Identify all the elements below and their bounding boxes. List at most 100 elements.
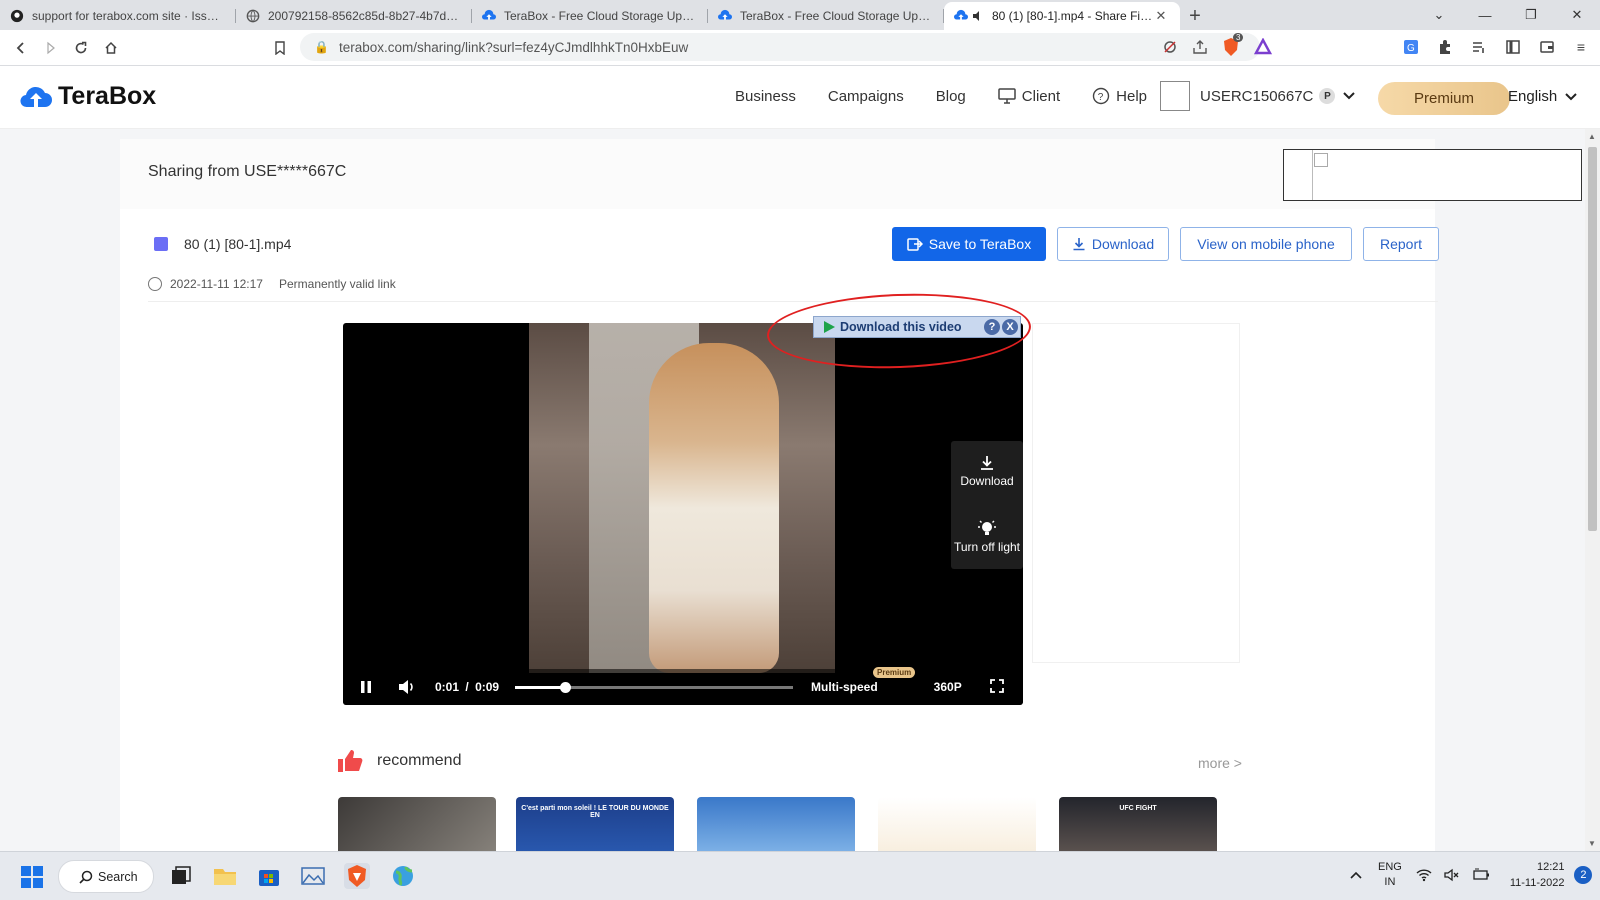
scrollbar-thumb[interactable] (1588, 147, 1597, 531)
clock[interactable]: 12:21 11-11-2022 (1510, 859, 1565, 891)
notification-badge[interactable]: 2 (1574, 866, 1593, 884)
browser-tab[interactable]: TeraBox - Free Cloud Storage Up To 1 (708, 2, 944, 30)
brave-rewards-icon[interactable] (1254, 38, 1272, 56)
terabox-logo[interactable]: TeraBox (20, 82, 156, 111)
nav-business[interactable]: Business (735, 88, 796, 105)
home-icon[interactable] (96, 33, 126, 63)
download-icon (981, 456, 993, 470)
browser-tab-title: TeraBox - Free Cloud Storage Up To 1 (740, 9, 932, 23)
side-ad-area (1032, 323, 1240, 663)
address-bar-actions: 3 (1162, 33, 1272, 57)
share-icon[interactable] (1192, 39, 1208, 55)
turn-off-light[interactable]: Turn off light (951, 519, 1023, 554)
browser-tab[interactable]: 200792158-8562c85d-8b27-4b7d-862 (236, 2, 472, 30)
language-indicator[interactable]: ENG IN (1378, 860, 1402, 890)
logo-text: TeraBox (58, 82, 157, 110)
system-icons[interactable] (1416, 868, 1490, 882)
speaker-icon[interactable] (972, 10, 984, 22)
file-name: 80 (1) [80-1].mp4 (184, 236, 292, 252)
file-explorer-icon[interactable] (212, 863, 238, 889)
ad-banner[interactable] (1283, 149, 1582, 201)
recommend-thumbnail[interactable]: C'est parti mon soleil ! LE TOUR DU MOND… (516, 797, 674, 851)
quality-button[interactable]: 360P (934, 680, 962, 694)
player-download[interactable]: Download (951, 455, 1023, 488)
translate-icon[interactable]: G (1400, 36, 1422, 58)
microsoft-store-icon[interactable] (256, 863, 282, 889)
globe-app-icon[interactable] (390, 863, 416, 889)
report-button[interactable]: Report (1363, 227, 1439, 261)
minimize-icon[interactable]: — (1462, 0, 1508, 30)
taskbar-search[interactable]: Search (58, 860, 154, 893)
download-button[interactable]: Download (1057, 227, 1169, 261)
seek-bar[interactable] (515, 681, 793, 693)
address-bar[interactable]: 🔒 terabox.com/sharing/link?surl=fez4yCJm… (300, 33, 1260, 61)
seek-bar-fill (515, 685, 566, 689)
extensions-puzzle-icon[interactable] (1434, 36, 1456, 58)
muted-speaker-icon (1444, 868, 1459, 882)
recommend-thumbnail[interactable] (697, 797, 855, 851)
scroll-down-icon[interactable]: ▼ (1588, 839, 1596, 848)
url-text: terabox.com/sharing/link?surl=fez4yCJmdl… (338, 39, 689, 55)
download-icon (1073, 238, 1085, 251)
wallet-icon[interactable] (1536, 36, 1558, 58)
close-window-icon[interactable]: ✕ (1554, 0, 1600, 30)
nav-client[interactable]: Client (998, 88, 1060, 105)
task-view-icon[interactable] (168, 863, 194, 889)
browser-tab-strip: support for terabox.com site · Issue #5 … (0, 0, 1600, 30)
windows-start-icon[interactable] (20, 865, 44, 894)
back-icon[interactable] (6, 33, 36, 63)
video-player[interactable]: Download Turn off light 0:01 / 0:09 Mult… (343, 323, 1023, 705)
lock-icon[interactable]: 🔒 (314, 40, 329, 54)
browser-tab[interactable]: TeraBox - Free Cloud Storage Up To 1 (472, 2, 708, 30)
premium-tag: Premium (873, 667, 916, 678)
broken-image-icon (1314, 153, 1328, 167)
cast-icon[interactable] (1162, 39, 1178, 55)
browser-tab-title: support for terabox.com site · Issue #5 (32, 9, 224, 23)
chevron-up-icon[interactable] (1350, 871, 1362, 879)
tab-search-icon[interactable]: ⌄ (1416, 0, 1462, 30)
multi-speed-button[interactable]: Multi-speed Premium (811, 667, 916, 694)
language-selector[interactable]: English (1508, 88, 1577, 105)
close-tab-icon[interactable]: ✕ (1154, 8, 1168, 24)
scroll-up-icon[interactable]: ▲ (1588, 132, 1596, 141)
terabox-icon (718, 9, 732, 20)
avatar[interactable] (1160, 81, 1190, 111)
recommend-thumbnail[interactable] (338, 797, 496, 851)
user-menu[interactable]: USERC150667C P (1160, 81, 1356, 111)
username: USERC150667C (1200, 87, 1314, 105)
video-frame (529, 323, 835, 673)
reload-icon[interactable] (66, 33, 96, 63)
browser-tab-title: TeraBox - Free Cloud Storage Up To 1 (504, 9, 696, 23)
nav-blog[interactable]: Blog (936, 88, 966, 105)
search-icon (79, 870, 93, 884)
bookmark-icon[interactable] (265, 33, 295, 63)
restore-icon[interactable]: ❐ (1508, 0, 1554, 30)
nav-help[interactable]: ? Help (1092, 87, 1147, 105)
view-on-mobile-button[interactable]: View on mobile phone (1180, 227, 1352, 261)
brave-browser-icon[interactable] (344, 863, 370, 889)
chevron-down-icon[interactable] (1343, 92, 1356, 100)
playlist-icon[interactable] (1468, 36, 1490, 58)
pause-icon[interactable] (343, 680, 389, 694)
forward-icon[interactable] (36, 33, 66, 63)
browser-tab[interactable]: support for terabox.com site · Issue #5 (0, 2, 236, 30)
link-validity: Permanently valid link (278, 277, 396, 291)
volume-icon[interactable] (389, 679, 425, 695)
recommend-thumbnail[interactable]: UFC FIGHT (1059, 797, 1217, 851)
page-scrollbar[interactable]: ▲ ▼ (1585, 129, 1600, 851)
more-link[interactable]: more > (1198, 755, 1242, 771)
menu-icon[interactable]: ≡ (1570, 36, 1592, 58)
save-to-terabox-button[interactable]: Save to TeraBox (892, 227, 1046, 261)
premium-button[interactable]: Premium (1378, 82, 1510, 115)
browser-tab-title: 80 (1) [80-1].mp4 - Share Files (992, 9, 1154, 23)
nav-campaigns[interactable]: Campaigns (828, 88, 904, 105)
fullscreen-icon[interactable] (989, 678, 1004, 696)
monitor-icon (998, 88, 1016, 104)
browser-tab-active[interactable]: 80 (1) [80-1].mp4 - Share Files ✕ (944, 2, 1180, 30)
sidebar-icon[interactable] (1502, 36, 1524, 58)
photos-app-icon[interactable] (300, 863, 326, 889)
new-tab-button[interactable]: + (1180, 2, 1210, 30)
seek-handle[interactable] (560, 681, 572, 693)
brave-shields-icon[interactable]: 3 (1222, 33, 1244, 57)
recommend-thumbnail[interactable] (878, 797, 1036, 851)
